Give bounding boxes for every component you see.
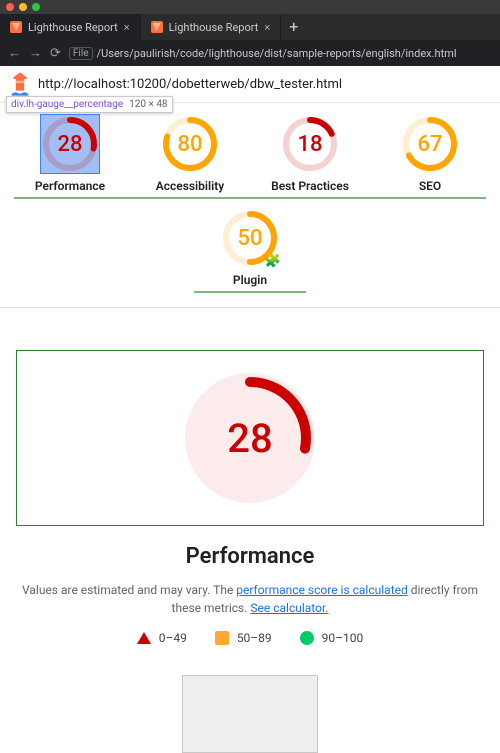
tab-strip: Lighthouse Report × Lighthouse Report × … (0, 14, 500, 40)
performance-heading: Performance (16, 544, 484, 569)
tab-lighthouse-report-1[interactable]: Lighthouse Report × (0, 14, 141, 40)
tooltip-dimensions: 120 × 48 (129, 99, 167, 110)
performance-detail-section: 28 Performance Values are estimated and … (0, 350, 500, 753)
gauge-plugin[interactable]: 50 🧩 Plugin (190, 203, 310, 291)
gauge-score: 80 (161, 115, 219, 173)
lighthouse-favicon-icon (151, 21, 163, 33)
devtools-element-tooltip: div.lh-gauge__percentage 120 × 48 (6, 96, 173, 113)
nav-back-button[interactable]: ← (8, 45, 21, 61)
gauge-score: 18 (281, 115, 339, 173)
score-calc-link[interactable]: performance score is calculated (236, 583, 407, 597)
tab-title: Lighthouse Report (169, 21, 259, 34)
tab-title: Lighthouse Report (28, 21, 118, 34)
legend-pass: 90–100 (300, 631, 364, 645)
score-legend: 0–49 50–89 90–100 (16, 631, 484, 645)
gauge-seo[interactable]: 67 SEO (370, 109, 490, 197)
gauge-label: Performance (10, 179, 130, 193)
plugin-puzzle-icon: 🧩 (265, 254, 281, 269)
address-bar: ← → ⟳ File /Users/paulirish/code/lightho… (0, 40, 500, 66)
circle-pass-icon (300, 631, 314, 645)
gauge-ring: 50 🧩 (221, 209, 279, 267)
legend-fail: 0–49 (137, 631, 187, 645)
window-titlebar (0, 0, 500, 14)
address-path: /Users/paulirish/code/lighthouse/dist/sa… (97, 47, 457, 60)
gauge-label: Plugin (190, 273, 310, 287)
gauge-score: 67 (401, 115, 459, 173)
performance-description: Values are estimated and may vary. The p… (16, 581, 484, 617)
triangle-fail-icon (137, 632, 151, 644)
lighthouse-logo-icon (10, 72, 30, 96)
gauge-accessibility[interactable]: 80 Accessibility (130, 109, 250, 197)
see-calculator-link[interactable]: See calculator. (250, 601, 328, 615)
nav-reload-button[interactable]: ⟳ (50, 46, 61, 61)
performance-big-score: 28 (185, 373, 315, 503)
performance-score-card: 28 (16, 350, 484, 526)
gauge-label: Best Practices (250, 179, 370, 193)
lighthouse-topbar: http://localhost:10200/dobetterweb/dbw_t… (0, 66, 500, 103)
performance-big-gauge: 28 (185, 373, 315, 503)
gauge-ring: 18 (281, 115, 339, 173)
window-minimize-icon[interactable] (19, 3, 27, 11)
square-average-icon (215, 631, 229, 645)
gauge-label: SEO (370, 179, 490, 193)
gauge-best-practices[interactable]: 18 Best Practices (250, 109, 370, 197)
tested-url: http://localhost:10200/dobetterweb/dbw_t… (38, 77, 342, 92)
gauge-ring: 67 (401, 115, 459, 173)
gauges-row: 28 Performance 80 Accessibility 18 Best … (0, 103, 500, 299)
score-summary: 28 Performance 80 Accessibility 18 Best … (0, 103, 500, 308)
nav-forward-button[interactable]: → (29, 45, 42, 61)
tab-close-icon[interactable]: × (124, 21, 130, 34)
gauge-ring: 80 (161, 115, 219, 173)
file-scheme-chip: File (69, 47, 93, 60)
window-close-icon[interactable] (6, 3, 14, 11)
lighthouse-favicon-icon (10, 21, 22, 33)
gauge-label: Accessibility (130, 179, 250, 193)
tooltip-selector: div.lh-gauge__percentage (11, 99, 123, 110)
tab-close-icon[interactable]: × (264, 21, 270, 34)
new-tab-button[interactable]: + (281, 19, 306, 35)
metric-placeholder (182, 675, 318, 753)
gauge-score: 28 (41, 115, 99, 173)
gauge-performance[interactable]: 28 Performance (10, 109, 130, 197)
legend-average: 50–89 (215, 631, 272, 645)
gauge-ring: 28 (41, 115, 99, 173)
address-field[interactable]: File /Users/paulirish/code/lighthouse/di… (69, 47, 457, 60)
window-zoom-icon[interactable] (32, 3, 40, 11)
browser-chrome: Lighthouse Report × Lighthouse Report × … (0, 0, 500, 66)
tab-lighthouse-report-2[interactable]: Lighthouse Report × (141, 14, 282, 40)
